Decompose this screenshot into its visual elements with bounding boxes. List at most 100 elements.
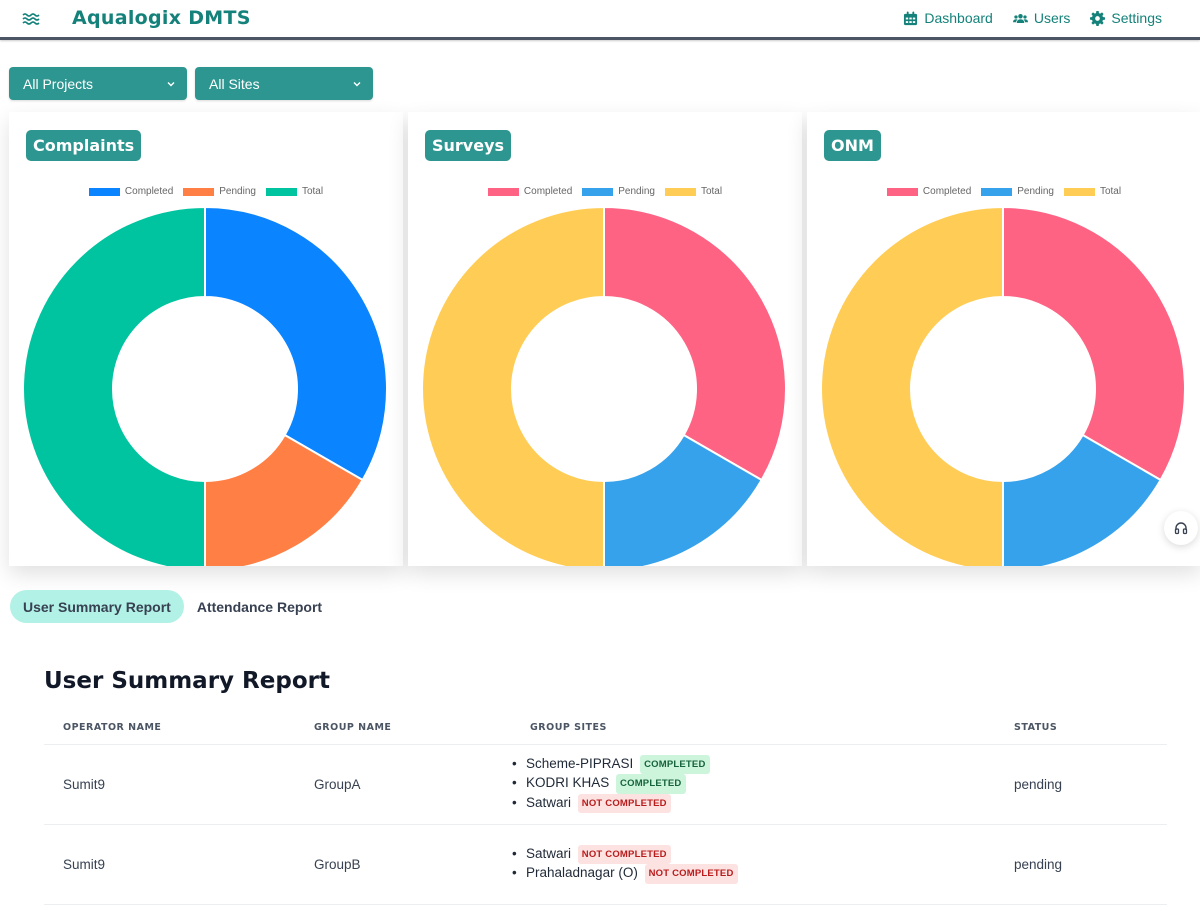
chart-cards: Complaints Completed Pending Total Surveys… xyxy=(9,112,1200,566)
site-list-item: Satwari NOT COMPLETED xyxy=(512,844,995,864)
donut-slice-completed[interactable] xyxy=(204,206,388,482)
donut-slice-completed[interactable] xyxy=(1002,206,1186,482)
app-title[interactable]: Aqualogix DMTS xyxy=(72,7,251,29)
site-status-badge: NOT COMPLETED xyxy=(577,793,671,814)
group-sites-cell: Satwari NOT COMPLETEDPrahaladnagar (O) N… xyxy=(511,824,995,905)
legend-item[interactable]: Completed xyxy=(487,186,573,197)
chevron-down-icon xyxy=(353,81,361,86)
column-header-status[interactable]: STATUS xyxy=(995,712,1167,745)
legend-swatch xyxy=(886,187,918,196)
donut-chart[interactable] xyxy=(421,206,787,566)
legend-item[interactable]: Pending xyxy=(582,186,655,197)
legend-swatch xyxy=(664,187,696,196)
site-status-badge: NOT COMPLETED xyxy=(644,864,738,884)
legend-swatch xyxy=(183,187,215,196)
site-select[interactable]: All Sites xyxy=(195,67,373,100)
status-cell: pending xyxy=(995,744,1167,825)
legend-item[interactable]: Completed xyxy=(886,186,972,197)
donut-slice-completed[interactable] xyxy=(603,206,787,482)
column-header-operator[interactable]: OPERATOR NAME xyxy=(44,712,295,745)
column-header-sites[interactable]: GROUP SITES xyxy=(511,712,995,745)
legend-label: Completed xyxy=(124,186,174,197)
calendar-icon xyxy=(904,10,918,25)
site-list-item: Scheme-PIPRASI COMPLETED xyxy=(512,754,995,775)
legend-label: Completed xyxy=(922,186,972,197)
legend-swatch xyxy=(88,187,120,196)
legend-swatch xyxy=(582,187,614,196)
legend-label: Total xyxy=(301,186,324,197)
users-icon xyxy=(1012,13,1028,23)
onm-card: ONM Completed Pending Total xyxy=(807,112,1200,566)
site-status-badge: COMPLETED xyxy=(616,774,686,794)
chart-legend: Completed Pending Total xyxy=(807,186,1200,197)
legend-swatch xyxy=(265,187,297,196)
table-body: Sumit9GroupAScheme-PIPRASI COMPLETEDKODR… xyxy=(44,744,1167,905)
site-status-badge: COMPLETED xyxy=(640,754,710,775)
project-select[interactable]: All Projects xyxy=(9,67,187,100)
surveys-card: Surveys Completed Pending Total xyxy=(408,112,802,566)
legend-item[interactable]: Completed xyxy=(88,186,174,197)
legend-item[interactable]: Pending xyxy=(183,186,256,197)
tab-attendance-report[interactable]: Attendance Report xyxy=(184,590,335,623)
legend-swatch xyxy=(487,187,519,196)
site-select-value: All Sites xyxy=(209,75,260,92)
gear-icon xyxy=(1090,10,1106,26)
support-button[interactable] xyxy=(1164,511,1198,545)
group-sites-list: Scheme-PIPRASI COMPLETEDKODRI KHAS COMPL… xyxy=(512,754,995,814)
legend-swatch xyxy=(1063,187,1095,196)
status-cell: pending xyxy=(995,824,1167,905)
legend-item[interactable]: Total xyxy=(1063,186,1121,197)
group-sites-cell: Scheme-PIPRASI COMPLETEDKODRI KHAS COMPL… xyxy=(511,744,995,825)
donut-chart[interactable] xyxy=(22,206,388,566)
legend-item[interactable]: Total xyxy=(265,186,324,197)
complaints-card: Complaints Completed Pending Total xyxy=(9,112,403,566)
chart-legend: Completed Pending Total xyxy=(9,186,403,197)
chevron-down-icon xyxy=(167,81,175,86)
tab-user-summary-report[interactable]: User Summary Report xyxy=(10,590,184,623)
table-header-row: OPERATOR NAME GROUP NAME GROUP SITES STA… xyxy=(44,712,1167,745)
legend-item[interactable]: Total xyxy=(664,186,723,197)
card-title: Surveys xyxy=(425,130,512,161)
operator-name-cell: Sumit9 xyxy=(44,744,295,825)
legend-label: Pending xyxy=(1017,186,1054,197)
donut-chart[interactable] xyxy=(820,206,1186,566)
donut-slice-total[interactable] xyxy=(820,206,1004,566)
group-sites-list: Satwari NOT COMPLETEDPrahaladnagar (O) N… xyxy=(512,844,995,884)
legend-label: Pending xyxy=(219,186,256,197)
chart-legend: Completed Pending Total xyxy=(408,186,802,197)
headset-icon xyxy=(1174,522,1188,535)
column-header-group[interactable]: GROUP NAME xyxy=(295,712,511,745)
donut-slice-total[interactable] xyxy=(421,206,605,566)
nav-dashboard[interactable]: Dashboard xyxy=(903,10,993,26)
top-navbar: Aqualogix DMTS Dashboard Users Settings xyxy=(0,0,1200,40)
nav-users-label: Users xyxy=(1033,10,1071,26)
table-row[interactable]: Sumit9GroupAScheme-PIPRASI COMPLETEDKODR… xyxy=(44,744,1167,825)
donut-slice-total[interactable] xyxy=(22,206,206,566)
waves-menu-icon[interactable] xyxy=(22,11,40,27)
site-name: Prahaladnagar (O) xyxy=(526,865,638,880)
nav-settings-label: Settings xyxy=(1111,10,1162,26)
legend-label: Total xyxy=(700,186,723,197)
nav-links: Dashboard Users Settings xyxy=(903,10,1162,26)
nav-settings[interactable]: Settings xyxy=(1090,10,1162,26)
site-list-item: Satwari NOT COMPLETED xyxy=(512,793,995,814)
card-title: ONM xyxy=(824,130,881,161)
site-name: KODRI KHAS xyxy=(526,775,610,791)
site-name: Scheme-PIPRASI xyxy=(526,755,634,771)
report-tabs: User Summary Report Attendance Report xyxy=(10,590,335,623)
nav-dashboard-label: Dashboard xyxy=(924,10,993,26)
site-status-badge: NOT COMPLETED xyxy=(577,844,671,864)
user-summary-table: OPERATOR NAME GROUP NAME GROUP SITES STA… xyxy=(44,712,1167,905)
report-title: User Summary Report xyxy=(44,668,330,694)
operator-name-cell: Sumit9 xyxy=(44,824,295,905)
legend-label: Completed xyxy=(523,186,573,197)
group-name-cell: GroupA xyxy=(295,744,511,825)
nav-users[interactable]: Users xyxy=(1012,10,1071,26)
project-select-value: All Projects xyxy=(23,75,94,92)
card-title: Complaints xyxy=(26,130,142,161)
site-list-item: Prahaladnagar (O) NOT COMPLETED xyxy=(512,864,995,884)
legend-item[interactable]: Pending xyxy=(981,186,1054,197)
site-name: Satwari xyxy=(526,794,572,810)
table-row[interactable]: Sumit9GroupBSatwari NOT COMPLETEDPrahala… xyxy=(44,824,1167,905)
filters-bar: All Projects All Sites xyxy=(9,67,373,100)
